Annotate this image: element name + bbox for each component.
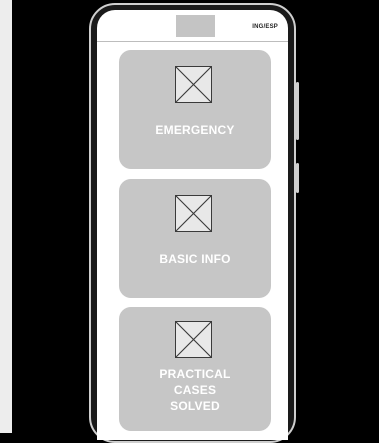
app-screen: ING/ESP EMERGENCY BASIC INFO PRACTICAL C…: [97, 10, 288, 440]
label-line: PRACTICAL: [159, 367, 231, 381]
background-panel: [0, 0, 12, 433]
top-bar: ING/ESP: [97, 10, 288, 42]
image-placeholder-icon: [175, 66, 212, 103]
label-line: CASES: [173, 383, 217, 397]
image-placeholder-icon: [175, 321, 212, 358]
image-placeholder-icon: [175, 195, 212, 232]
logo-placeholder: [176, 15, 215, 37]
volume-button: [296, 82, 299, 140]
basic-info-label: BASIC INFO: [159, 252, 231, 266]
basic-info-button[interactable]: BASIC INFO: [119, 179, 271, 298]
practical-cases-button[interactable]: PRACTICAL CASES SOLVED: [119, 307, 271, 431]
language-toggle[interactable]: ING/ESP: [252, 24, 278, 30]
emergency-button[interactable]: EMERGENCY: [119, 50, 271, 169]
practical-cases-label: PRACTICAL CASES SOLVED: [119, 366, 271, 414]
emergency-label: EMERGENCY: [155, 123, 235, 137]
power-button: [296, 163, 299, 193]
label-line: SOLVED: [170, 399, 220, 413]
